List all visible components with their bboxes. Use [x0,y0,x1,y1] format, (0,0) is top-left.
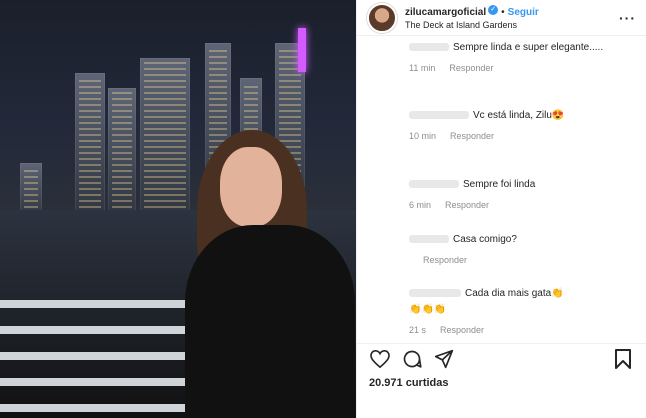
post-header: zilucamargoficial ✓ • Seguir The Deck at Is… [357,0,646,36]
railing [0,300,200,418]
comment: Sempre foi linda 6 min Responder [409,177,634,213]
comment: Vc está linda, Zilu😍 10 min Responder [409,108,634,144]
reply-button[interactable]: Responder [450,131,494,141]
comment-text: Sempre foi linda [463,179,536,190]
reply-button[interactable]: Responder [440,325,484,335]
comment-time: 6 min [409,200,432,210]
comment-text-extra: 👏👏👏 [409,304,447,315]
skyline-building [75,73,105,218]
comment-time: 11 min [409,63,436,73]
comment-time: 10 min [409,131,437,141]
reply-button[interactable]: Responder [423,255,467,265]
comment: Casa comigo? Responder [409,232,634,268]
action-bar [357,343,646,373]
skyline-building [108,88,136,218]
follow-button[interactable]: Seguir [508,7,539,18]
comment-text: Casa comigo? [453,234,517,245]
comment-text: Vc está linda, Zilu😍 [473,110,565,121]
neon-sign [298,28,306,72]
verified-icon: ✓ [488,5,499,16]
likes-count[interactable]: 20.971 curtidas [369,377,449,389]
comment: Cada dia mais gata👏 👏👏👏 21 s Responder [409,286,634,338]
location-link[interactable]: The Deck at Island Gardens [405,19,539,32]
reply-button[interactable]: Responder [445,200,489,210]
comment-text: Sempre linda e super elegante..... [453,42,604,53]
comments-list[interactable]: Sempre linda e super elegante..... 11 mi… [357,40,646,340]
comment-time: 21 s [409,325,427,335]
comment: Sempre linda e super elegante..... 11 mi… [409,40,634,76]
bookmark-icon[interactable] [612,348,634,370]
post-panel: zilucamargoficial ✓ • Seguir The Deck at Is… [356,0,646,418]
reply-button[interactable]: Responder [449,63,493,73]
woman [185,125,355,418]
comment-icon[interactable] [401,348,423,370]
avatar[interactable] [367,2,397,33]
username[interactable]: zilucamargoficial [405,7,486,18]
separator: • [501,6,505,18]
share-icon[interactable] [433,348,455,370]
heart-icon[interactable] [369,348,391,370]
post-photo[interactable] [0,0,356,418]
more-options-icon[interactable]: ··· [619,10,636,26]
comment-text: Cada dia mais gata👏 [465,288,564,299]
skyline-building [140,58,190,218]
